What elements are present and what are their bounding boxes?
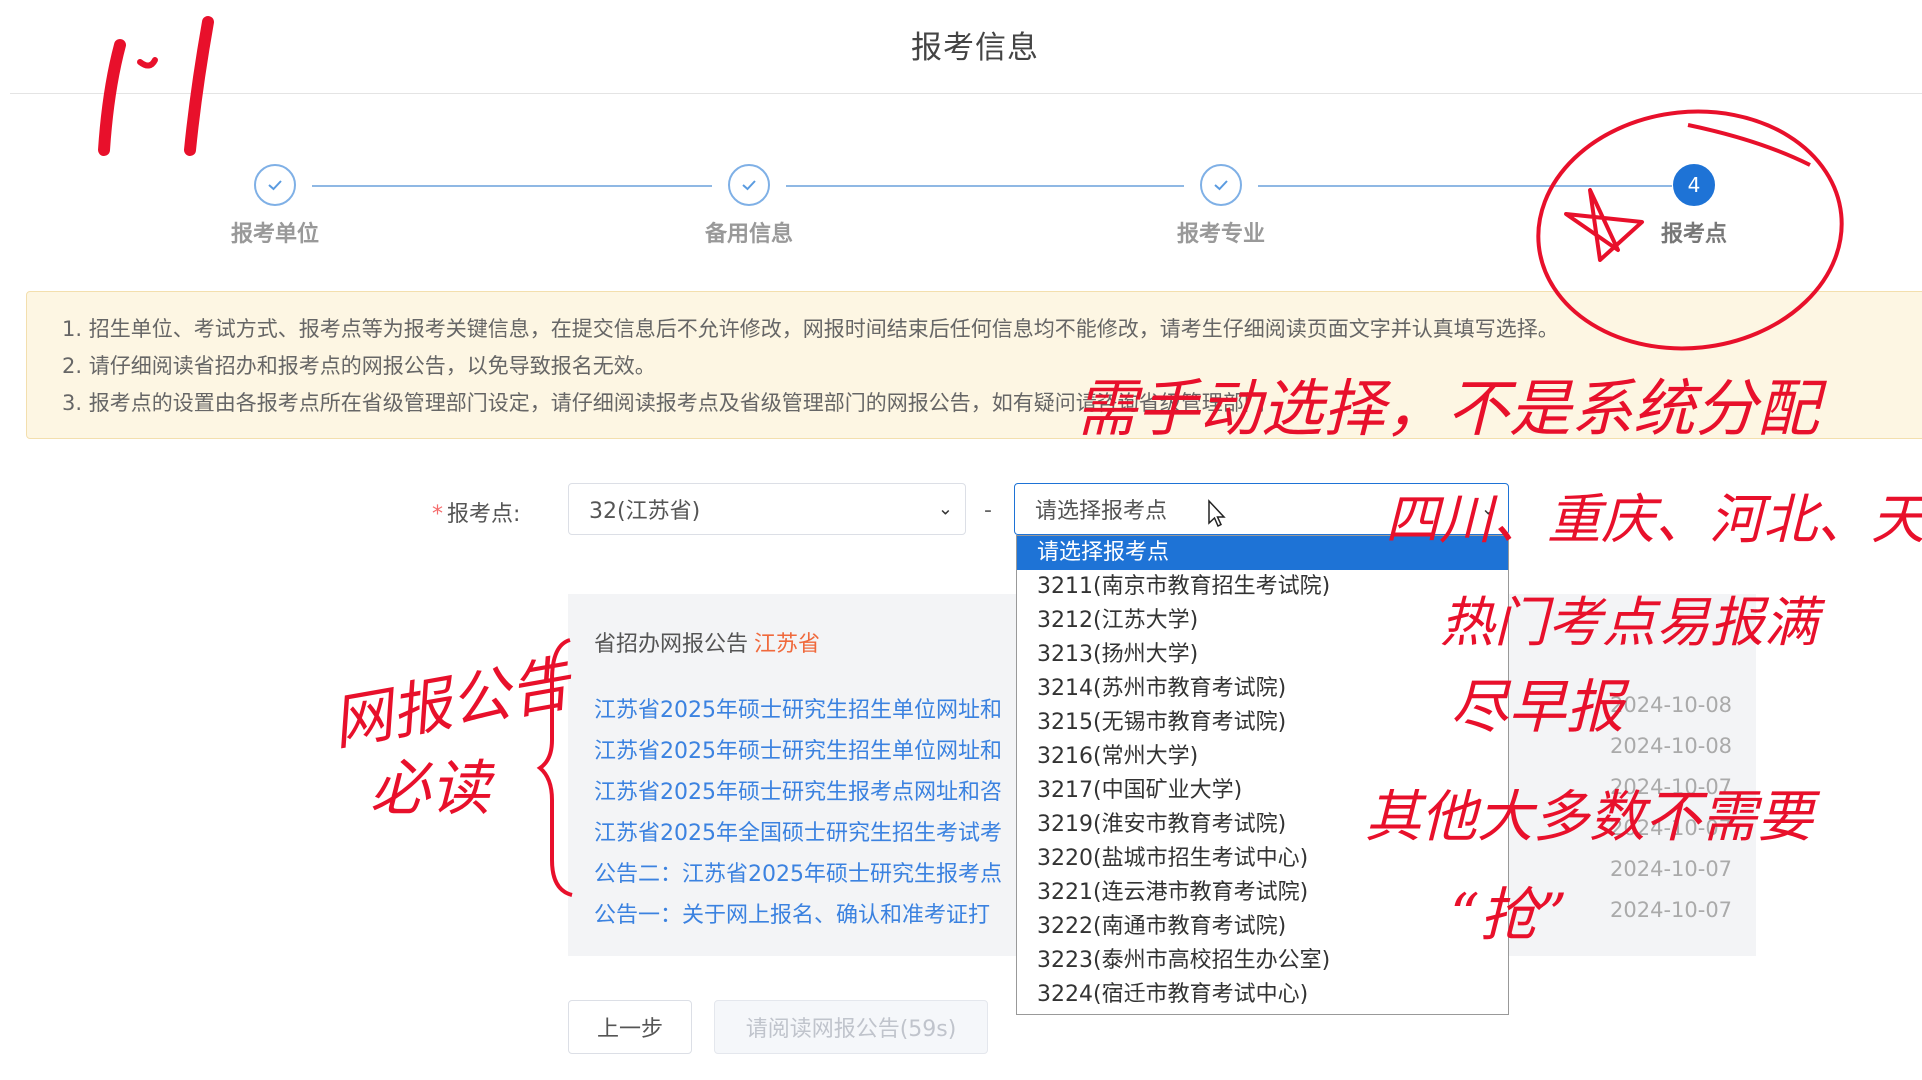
handwriting-must-read-2: 必读	[370, 754, 490, 824]
announcement-link[interactable]: 江苏省2025年硕士研究生招生单位网址和	[594, 692, 1002, 724]
handwriting-grab: “抢”	[1450, 881, 1568, 949]
handwriting-hot-sites: 热门考点易报满	[1440, 591, 1818, 654]
step-1-check-icon	[254, 164, 296, 206]
announcement-date: 2024-10-08	[1610, 734, 1733, 758]
dropdown-option[interactable]: 3215(无锡市教育考试院)	[1017, 706, 1508, 740]
dropdown-option[interactable]: 3224(宿迁市教育考试中心)	[1017, 978, 1508, 1012]
announcement-link[interactable]: 江苏省2025年硕士研究生报考点网址和咨	[594, 774, 1002, 806]
step-connector	[1258, 185, 1672, 187]
announcement-date: 2024-10-07	[1610, 857, 1733, 881]
handwriting-others: 其他大多数不需要	[1365, 785, 1813, 850]
read-announcement-button[interactable]: 请阅读网报公告(59s)	[714, 1000, 988, 1054]
announcement-link[interactable]: 公告一：关于网上报名、确认和准考证打	[594, 897, 990, 929]
dropdown-option[interactable]: 3222(南通市教育考试院)	[1017, 910, 1508, 944]
dropdown-option[interactable]: 3221(连云港市教育考试院)	[1017, 876, 1508, 910]
handwriting-early: 尽早报	[1450, 673, 1625, 741]
step-label-active: 报考点	[1660, 222, 1727, 247]
exam-site-select-value: 请选择报考点	[1035, 499, 1168, 524]
province-select[interactable]: 32(江苏省) ⌄	[568, 483, 966, 535]
announcement-link[interactable]: 公告二：江苏省2025年硕士研究生报考点	[594, 856, 1002, 888]
dropdown-option[interactable]: 3211(南京市教育招生考试院)	[1017, 570, 1508, 604]
header-divider	[10, 93, 1922, 94]
notice-line: 2. 请仔细阅读省招办和报考点的网报公告，以免导致报名无效。	[62, 354, 656, 378]
step-label: 报考专业	[1176, 222, 1265, 247]
select-separator: -	[984, 498, 992, 523]
announcement-province: 江苏省	[754, 632, 821, 657]
announcement-title: 省招办网报公告 江苏省	[594, 626, 820, 658]
step-2-check-icon	[728, 164, 770, 206]
chevron-down-icon: ⌄	[937, 498, 953, 520]
dropdown-option[interactable]: 3213(扬州大学)	[1017, 638, 1508, 672]
step-label: 备用信息	[704, 222, 793, 247]
announcement-date: 2024-10-07	[1610, 898, 1733, 922]
exam-site-label-text: 报考点:	[447, 502, 521, 527]
required-mark: *	[432, 502, 443, 527]
step-connector	[786, 185, 1184, 187]
dropdown-option[interactable]: 3214(苏州市教育考试院)	[1017, 672, 1508, 706]
announcement-date: 2024-10-08	[1610, 693, 1733, 717]
handwriting-regions: 四川、重庆、河北、天津	[1385, 488, 1922, 551]
dropdown-option[interactable]: 3223(泰州市高校招生办公室)	[1017, 944, 1508, 978]
step-3-check-icon	[1200, 164, 1242, 206]
dropdown-option[interactable]: 3216(常州大学)	[1017, 740, 1508, 774]
page-title: 报考信息	[911, 30, 1039, 66]
prev-step-button[interactable]: 上一步	[568, 1000, 692, 1054]
dropdown-option[interactable]: 3212(江苏大学)	[1017, 604, 1508, 638]
announcement-link[interactable]: 江苏省2025年全国硕士研究生招生考试考	[594, 815, 1002, 847]
exam-site-label: * 报考点:	[432, 496, 520, 528]
notice-line: 1. 招生单位、考试方式、报考点等为报考关键信息，在提交信息后不允许修改，网报时…	[62, 317, 1559, 341]
step-4-number: 4	[1673, 164, 1715, 206]
handwriting-manual-select: 需手动选择，不是系统分配	[1075, 372, 1820, 445]
announcement-link[interactable]: 江苏省2025年硕士研究生招生单位网址和	[594, 733, 1002, 765]
mouse-cursor-icon	[1208, 499, 1226, 528]
step-connector	[312, 185, 712, 187]
province-select-value: 32(江苏省)	[589, 499, 701, 524]
announcement-title-text: 省招办网报公告	[594, 632, 749, 657]
step-label: 报考单位	[230, 222, 319, 247]
